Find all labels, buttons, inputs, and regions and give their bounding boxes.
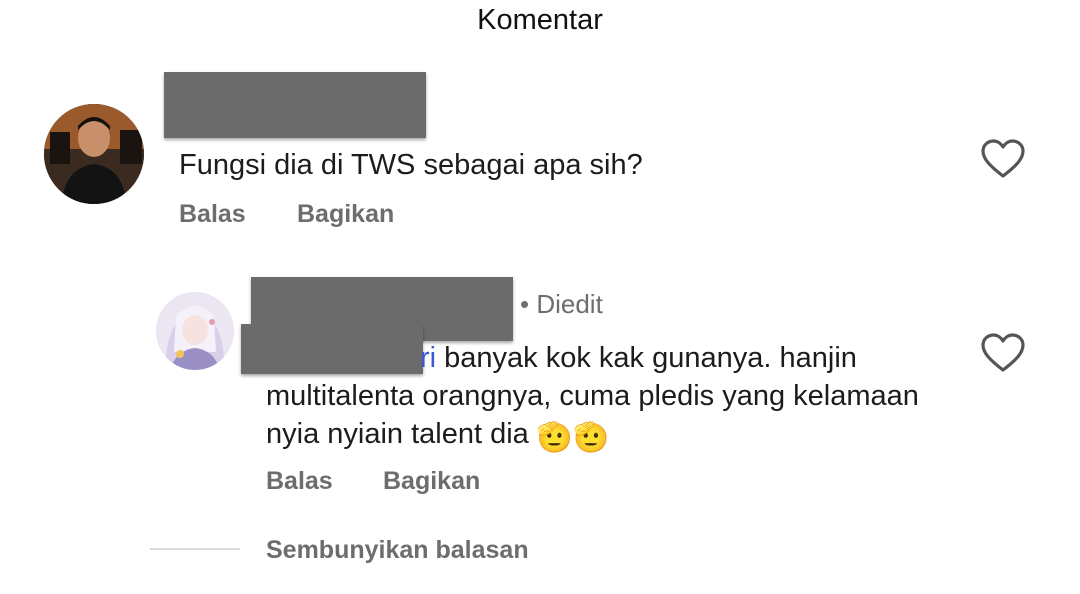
page-title: Komentar	[477, 4, 603, 36]
reply-button[interactable]: Balas	[266, 467, 333, 496]
share-button[interactable]: Bagikan	[297, 200, 394, 229]
emoji: 🫡🫡	[536, 422, 610, 454]
comment-text: Fungsi dia di TWS sebagai apa sih?	[179, 149, 643, 181]
mention-link[interactable]: ri	[420, 342, 436, 374]
avatar-photo	[44, 104, 144, 204]
heart-icon[interactable]	[980, 332, 1026, 374]
heart-icon[interactable]	[980, 138, 1026, 180]
hide-replies-button[interactable]: Sembunyikan balasan	[266, 536, 529, 565]
avatar[interactable]	[156, 292, 234, 370]
share-button[interactable]: Bagikan	[383, 467, 480, 496]
comment-text: ri banyak kok kak gunanya. hanjin multit…	[266, 339, 946, 457]
edited-label: • Diedit	[520, 289, 603, 319]
redacted-username	[164, 72, 426, 138]
thread-divider	[150, 548, 240, 550]
reply-button[interactable]: Balas	[179, 200, 246, 229]
avatar[interactable]	[44, 104, 144, 204]
avatar-illustration	[156, 292, 234, 370]
